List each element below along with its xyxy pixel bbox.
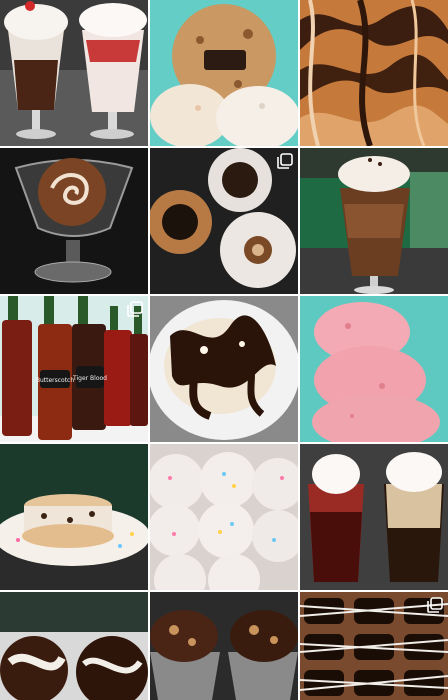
post-tile-coffee-float[interactable] [300,148,448,294]
post-tile-ice-cream-pies[interactable] [150,148,298,294]
multiple-images-icon [277,153,293,169]
post-tile-caramel-swirl[interactable] [300,0,448,146]
coffee-float-photo [300,148,448,294]
floats-photo [300,444,448,590]
sundae-dish-photo [0,148,148,294]
post-tile-drizzled-treats[interactable] [300,592,448,700]
drizzled-treats-photo [300,592,448,700]
post-tile-cookie-ice-cream[interactable] [150,0,298,146]
post-tile-sprinkle-cookies[interactable] [150,444,298,590]
post-tile-cocoa-bombs[interactable] [0,592,148,700]
post-tile-fudge-sundae[interactable] [150,296,298,442]
strawberry-scoop-photo [300,296,448,442]
post-tile-syrup-bottles[interactable]: Butterscotch Tiger Blood [0,296,148,442]
multiple-images-icon [127,301,143,317]
post-tile-sundae-dish[interactable] [0,148,148,294]
tiger-blood-label: Tiger Blood [72,375,107,382]
multiple-images-icon [427,597,443,613]
sprinkle-cookies-photo [150,444,298,590]
post-tile-floats[interactable] [300,444,448,590]
cookie-sandwich-photo [0,444,148,590]
butterscotch-label: Butterscotch [36,377,75,384]
cookie-sundaes-photo [150,592,298,700]
cookie-ice-cream-photo [150,0,298,146]
post-grid: Butterscotch Tiger Blood [0,0,448,700]
fudge-sundae-photo [150,296,298,442]
post-tile-cookie-sandwich[interactable] [0,444,148,590]
post-tile-sundaes[interactable] [0,0,148,146]
syrup-bottles-photo: Butterscotch Tiger Blood [0,296,148,442]
sundaes-photo [0,0,148,146]
cocoa-bombs-photo [0,592,148,700]
post-tile-strawberry-scoop[interactable] [300,296,448,442]
caramel-swirl-photo [300,0,448,146]
ice-cream-pies-photo [150,148,298,294]
post-tile-cookie-sundaes[interactable] [150,592,298,700]
